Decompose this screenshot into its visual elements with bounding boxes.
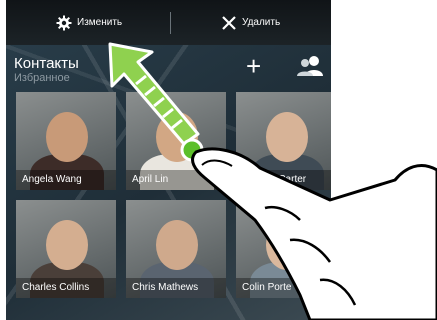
people-icon[interactable] bbox=[296, 55, 324, 77]
close-icon bbox=[222, 15, 236, 30]
contact-name: April Lin bbox=[126, 170, 226, 190]
contact-tile[interactable]: Angela Wang bbox=[16, 92, 116, 190]
contact-tile[interactable]: Chris Mathews bbox=[126, 200, 226, 298]
contact-tile[interactable]: o Carter bbox=[236, 92, 331, 190]
gear-icon bbox=[56, 15, 72, 30]
contact-name: o Carter bbox=[236, 170, 331, 190]
photo-face bbox=[156, 112, 198, 162]
phone-screen: Изменить Удалить Контакты Избранное + An… bbox=[6, 0, 331, 320]
delete-label: Удалить bbox=[242, 17, 281, 28]
photo-face bbox=[266, 112, 308, 162]
contact-tile[interactable]: Charles Collins bbox=[16, 200, 116, 298]
edit-label: Изменить bbox=[77, 17, 123, 28]
drop-target-bar: Изменить Удалить bbox=[6, 0, 331, 45]
contact-tile[interactable]: April Lin bbox=[126, 92, 226, 190]
delete-drop-target[interactable]: Удалить bbox=[222, 0, 280, 45]
section-subtitle: Избранное bbox=[14, 72, 70, 84]
edit-drop-target[interactable]: Изменить bbox=[56, 0, 122, 45]
contact-name: Chris Mathews bbox=[126, 278, 226, 298]
photo-face bbox=[156, 220, 198, 270]
plus-icon[interactable]: + bbox=[246, 53, 261, 79]
photo-face bbox=[266, 220, 308, 270]
drop-bar-divider bbox=[170, 12, 171, 34]
page-title: Контакты bbox=[14, 55, 79, 72]
contact-name: Colin Porte bbox=[236, 278, 331, 298]
contact-name: Angela Wang bbox=[16, 170, 116, 190]
contact-tile[interactable]: Colin Porte bbox=[236, 200, 331, 298]
contact-name: Charles Collins bbox=[16, 278, 116, 298]
contacts-header: Контакты Избранное + bbox=[6, 45, 331, 90]
photo-face bbox=[46, 220, 88, 270]
photo-face bbox=[46, 112, 88, 162]
